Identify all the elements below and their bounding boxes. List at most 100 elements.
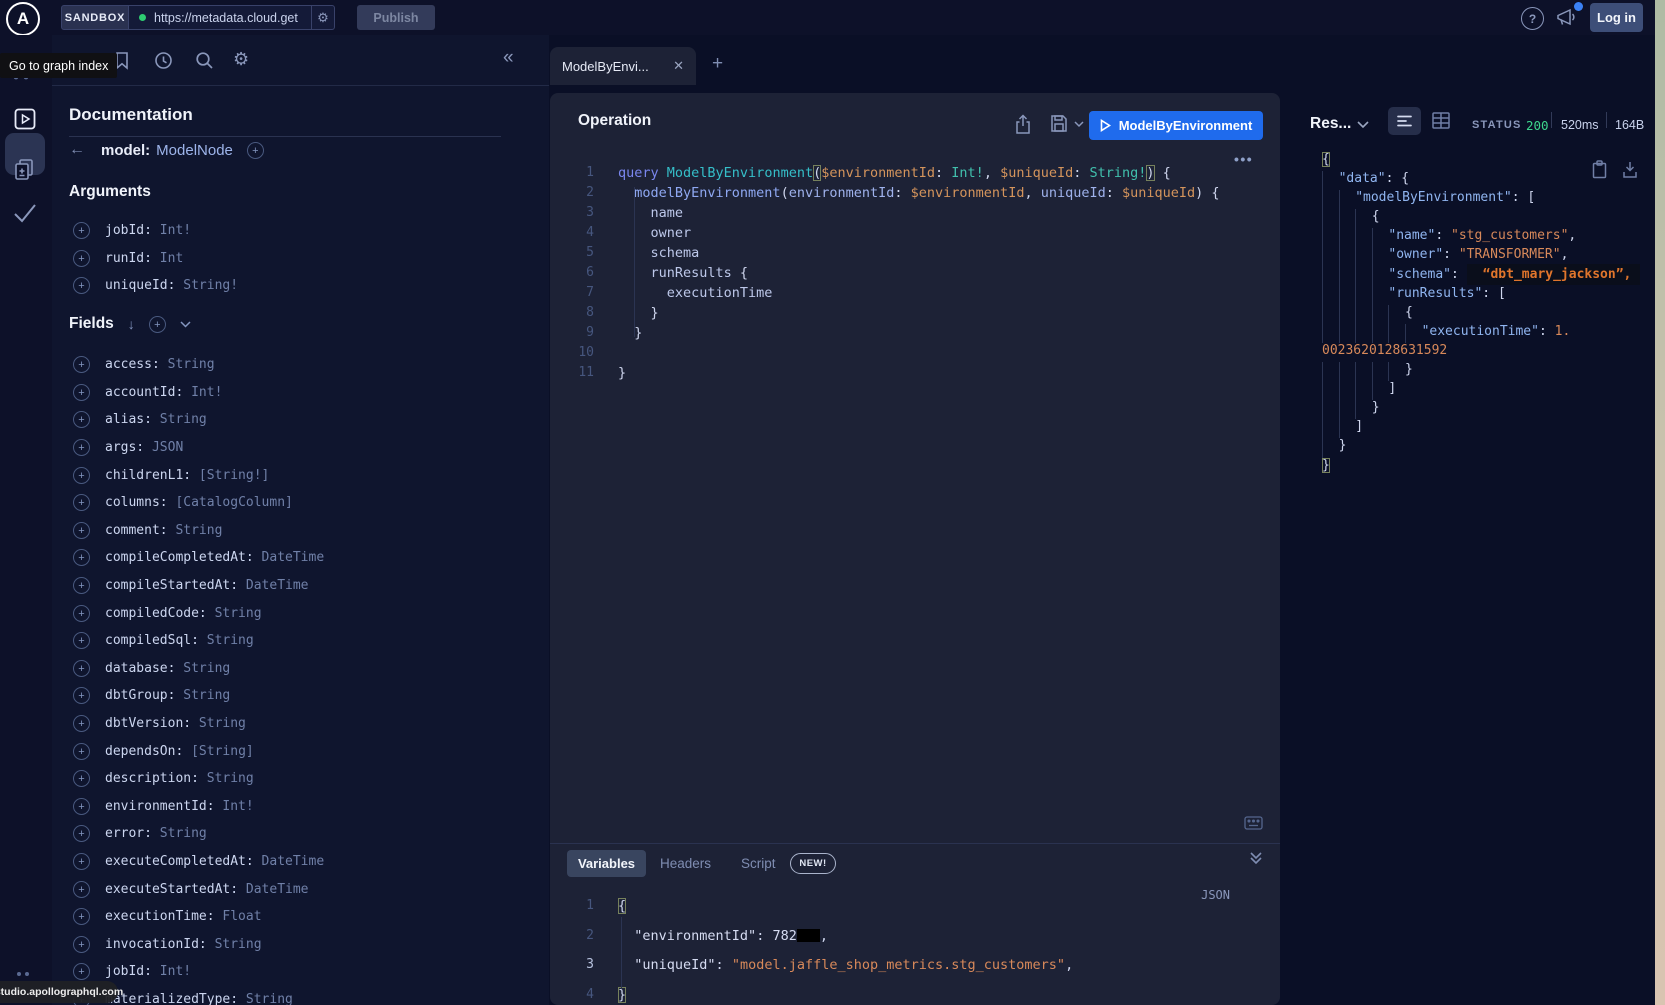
doc-field-row[interactable]: +compiledSql: String: [69, 627, 539, 655]
add-field-icon[interactable]: +: [73, 660, 90, 677]
add-field-icon[interactable]: +: [73, 908, 90, 925]
add-field-icon[interactable]: +: [73, 881, 90, 898]
add-field-icon[interactable]: +: [73, 250, 90, 267]
add-field-icon[interactable]: +: [73, 770, 90, 787]
editor-options-ellipsis-icon[interactable]: •••: [1234, 151, 1253, 167]
doc-field-row[interactable]: +comment: String: [69, 517, 539, 545]
add-field-icon[interactable]: +: [73, 963, 90, 980]
add-field-icon[interactable]: +: [73, 715, 90, 732]
add-field-icon[interactable]: +: [73, 936, 90, 953]
add-field-icon[interactable]: +: [73, 687, 90, 704]
add-field-icon[interactable]: +: [73, 411, 90, 428]
run-operation-button[interactable]: ModelByEnvironment: [1089, 111, 1263, 140]
publish-button[interactable]: Publish: [357, 5, 435, 30]
doc-field-row[interactable]: +description: String: [69, 765, 539, 793]
rail-overflow-dots-icon[interactable]: [16, 971, 30, 977]
back-arrow-icon[interactable]: ←: [69, 141, 85, 159]
collapse-variables-chevron-icon[interactable]: [1249, 851, 1263, 865]
doc-toolbar: ⚙ «: [52, 35, 549, 86]
connection-settings-gear-icon[interactable]: ⚙: [311, 5, 335, 30]
doc-field-row[interactable]: +runId: Int: [69, 245, 539, 273]
doc-field-row[interactable]: +jobId: Int!: [69, 217, 539, 245]
doc-field-row[interactable]: +executeStartedAt: DateTime: [69, 875, 539, 903]
apollo-studio-sandbox: A SANDBOX https://metadata.cloud.get ⚙ P…: [0, 0, 1665, 1005]
doc-field-row[interactable]: +childrenL1: [String!]: [69, 461, 539, 489]
doc-field-row[interactable]: +access: String: [69, 351, 539, 379]
add-field-icon[interactable]: +: [73, 356, 90, 373]
line-number: 4: [558, 987, 594, 1005]
history-icon[interactable]: [154, 51, 173, 70]
tab-headers[interactable]: Headers: [660, 856, 711, 871]
apollo-logo-icon[interactable]: A: [6, 2, 40, 36]
help-icon[interactable]: ?: [1521, 7, 1544, 30]
doc-field-row[interactable]: +environmentId: Int!: [69, 793, 539, 821]
variables-code-editor[interactable]: { "environmentId": 782, "uniqueId": "mod…: [618, 898, 1073, 1005]
response-list-view-toggle[interactable]: [1388, 107, 1421, 135]
add-type-icon[interactable]: +: [247, 142, 264, 159]
sort-fields-icon[interactable]: ↓: [128, 316, 135, 332]
share-operation-icon[interactable]: [1014, 114, 1032, 135]
doc-field-row[interactable]: +compileCompletedAt: DateTime: [69, 544, 539, 572]
doc-field-row[interactable]: +compiledCode: String: [69, 599, 539, 627]
add-field-icon[interactable]: +: [73, 577, 90, 594]
add-field-icon[interactable]: +: [73, 825, 90, 842]
doc-field-row[interactable]: +dependsOn: [String]: [69, 737, 539, 765]
doc-field-row[interactable]: +dbtGroup: String: [69, 682, 539, 710]
tab-variables[interactable]: Variables: [567, 850, 646, 877]
add-field-icon[interactable]: +: [73, 605, 90, 622]
code-token: "name": [1388, 228, 1435, 243]
explorer-nav-icon[interactable]: [14, 108, 36, 130]
response-table-view-toggle[interactable]: [1432, 112, 1450, 129]
announcements-megaphone-icon[interactable]: [1554, 7, 1578, 28]
add-field-icon[interactable]: +: [73, 222, 90, 239]
doc-field-row[interactable]: +columns: [CatalogColumn]: [69, 489, 539, 517]
breadcrumb-type[interactable]: ModelNode: [156, 142, 233, 159]
operation-code-editor[interactable]: query ModelByEnvironment($environmentId:…: [618, 165, 1220, 385]
login-button[interactable]: Log in: [1590, 3, 1643, 32]
field-type: Int: [152, 251, 183, 266]
keyboard-shortcuts-icon[interactable]: [1244, 816, 1263, 830]
close-tab-icon[interactable]: ✕: [673, 58, 684, 74]
doc-field-row[interactable]: +alias: String: [69, 406, 539, 434]
response-json-viewer[interactable]: {"data": {"modelByEnvironment": [{"name"…: [1322, 152, 1652, 477]
doc-field-row[interactable]: +invocationId: String: [69, 930, 539, 958]
doc-field-row[interactable]: +args: JSON: [69, 434, 539, 462]
add-field-icon[interactable]: +: [73, 853, 90, 870]
page-scrollbar-strip[interactable]: [1655, 0, 1665, 1005]
collapse-panel-icon[interactable]: «: [503, 47, 514, 69]
save-operation-icon[interactable]: [1050, 114, 1068, 133]
add-field-icon[interactable]: +: [73, 384, 90, 401]
add-field-icon[interactable]: +: [73, 798, 90, 815]
doc-field-row[interactable]: +compileStartedAt: DateTime: [69, 572, 539, 600]
doc-field-row[interactable]: +accountId: Int!: [69, 379, 539, 407]
response-dropdown-chevron-icon[interactable]: [1357, 121, 1369, 129]
tab-script[interactable]: Script: [741, 856, 776, 871]
operation-tab[interactable]: ModelByEnvi... ✕: [550, 47, 696, 85]
add-field-icon[interactable]: +: [73, 632, 90, 649]
new-tab-icon[interactable]: +: [712, 53, 723, 75]
add-field-icon[interactable]: +: [73, 277, 90, 294]
doc-field-row[interactable]: +executionTime: Float: [69, 903, 539, 931]
doc-field-row[interactable]: +error: String: [69, 820, 539, 848]
add-field-icon[interactable]: +: [73, 494, 90, 511]
add-field-icon[interactable]: +: [73, 439, 90, 456]
doc-field-row[interactable]: +jobId: Int!: [69, 958, 539, 986]
changelog-nav-icon[interactable]: [13, 158, 37, 183]
doc-field-row[interactable]: +materializedType: String: [69, 986, 539, 1005]
checks-nav-icon[interactable]: [12, 202, 38, 224]
doc-field-row[interactable]: +dbtVersion: String: [69, 710, 539, 738]
add-field-icon[interactable]: +: [73, 522, 90, 539]
fields-options-chevron-icon[interactable]: [180, 321, 191, 328]
add-field-icon[interactable]: +: [73, 743, 90, 760]
doc-field-row[interactable]: +database: String: [69, 655, 539, 683]
settings-gear-icon[interactable]: ⚙: [233, 49, 249, 70]
save-options-chevron-icon[interactable]: [1074, 121, 1084, 128]
doc-field-row[interactable]: +executeCompletedAt: DateTime: [69, 848, 539, 876]
endpoint-url-input[interactable]: https://metadata.cloud.get: [129, 5, 311, 30]
add-field-icon[interactable]: +: [73, 467, 90, 484]
add-all-fields-icon[interactable]: +: [149, 316, 166, 333]
add-field-icon[interactable]: +: [73, 549, 90, 566]
search-icon[interactable]: [195, 51, 214, 70]
code-line: }: [1322, 400, 1652, 419]
doc-field-row[interactable]: +uniqueId: String!: [69, 272, 539, 300]
